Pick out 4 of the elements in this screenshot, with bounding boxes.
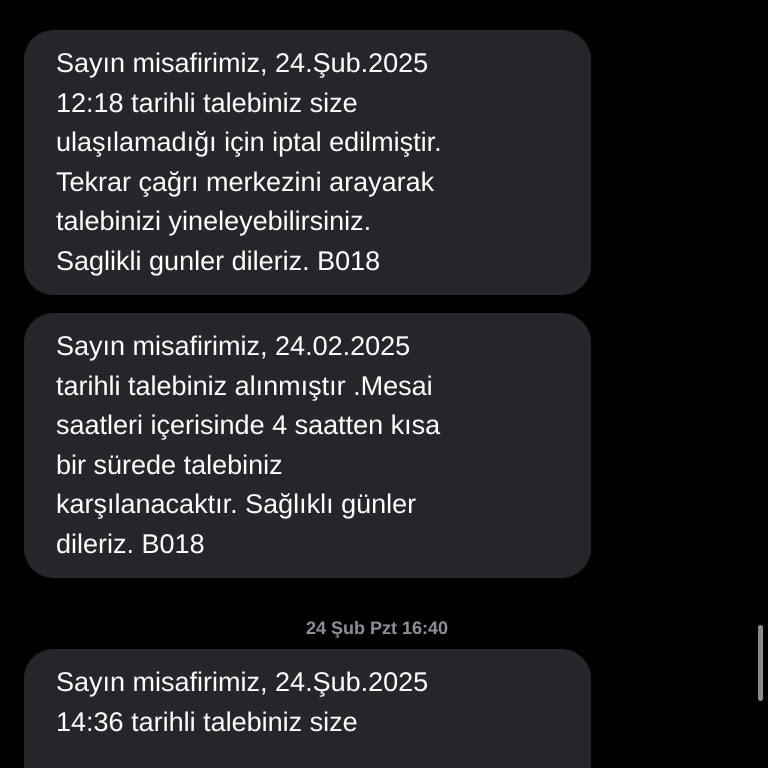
message-bubble: Sayın misafirimiz, 24.Şub.2025 12:18 tarihli talebiniz size ulaşılamadığı için iptal edilmiştir. Tekrar çağrı merkezini arayarak talebinizi yineleyebilirsiniz. Saglikli gunler dileriz. B018 <box>24 30 591 295</box>
message-timestamp: 24 Şub Pzt 16:40 <box>304 618 450 639</box>
message-bubble: Sayın misafirimiz, 24.Şub.2025 14:36 tarihli talebiniz size <box>24 649 591 768</box>
message-bubble: Sayın misafirimiz, 24.02.2025 tarihli talebiniz alınmıştır .Mesai saatleri içerisinde 4 saatten kısa bir sürede talebiniz karşılanacaktır. Sağlıklı günler dileriz. B018 <box>24 313 591 578</box>
